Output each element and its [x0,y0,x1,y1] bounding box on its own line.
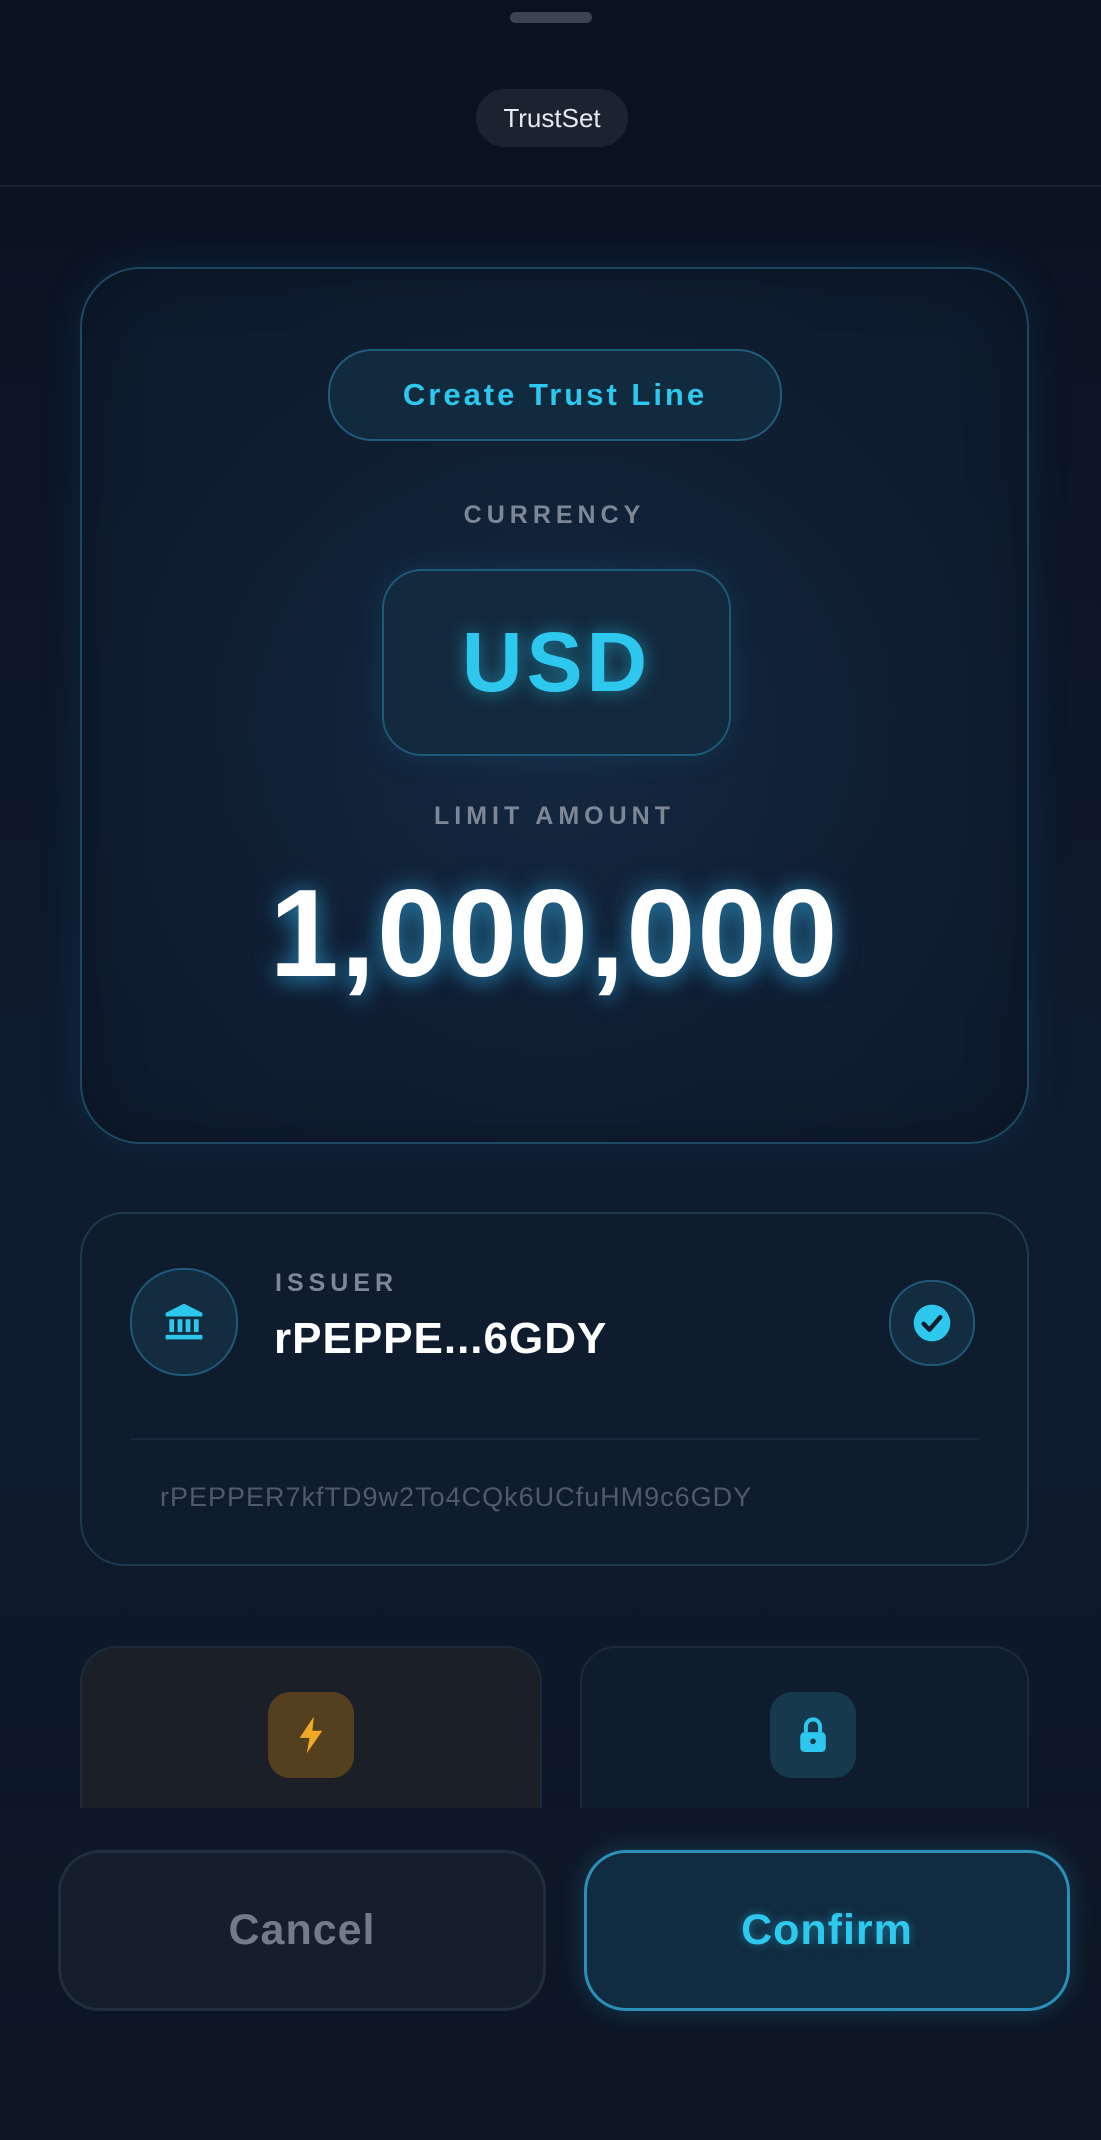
issuer-full-address[interactable]: rPEPPER7kfTD9w2To4CQk6UCfuHM9c6GDY [160,1482,752,1513]
currency-value: USD [382,569,731,756]
issuer-divider [130,1438,979,1440]
lightning-icon [268,1692,354,1778]
transaction-type-badge: TrustSet [476,89,628,147]
lock-icon [770,1692,856,1778]
trustset-sheet: TrustSet Create Trust Line CURRENCY USD … [0,0,1101,2140]
trust-line-card: Create Trust Line CURRENCY USD LIMIT AMO… [80,267,1029,1144]
drag-handle[interactable] [510,12,592,23]
confirm-button[interactable]: Confirm [584,1850,1070,2011]
issuer-card: ISSUER rPEPPE...6GDY rPEPPER7kfTD9w2To4C… [80,1212,1029,1566]
limit-amount-label: LIMIT AMOUNT [434,802,675,830]
flag-card-lock[interactable] [580,1646,1029,1823]
bank-icon [130,1268,238,1376]
sheet-header: TrustSet [0,0,1101,187]
create-trust-line-button[interactable]: Create Trust Line [328,349,782,441]
cancel-button[interactable]: Cancel [58,1850,546,2011]
limit-amount-value: 1,000,000 [269,865,840,1003]
check-circle-icon [889,1280,975,1366]
issuer-short-address: rPEPPE...6GDY [274,1314,608,1363]
flag-card-lightning[interactable] [80,1646,542,1823]
currency-label: CURRENCY [463,501,646,529]
issuer-label: ISSUER [275,1269,399,1297]
